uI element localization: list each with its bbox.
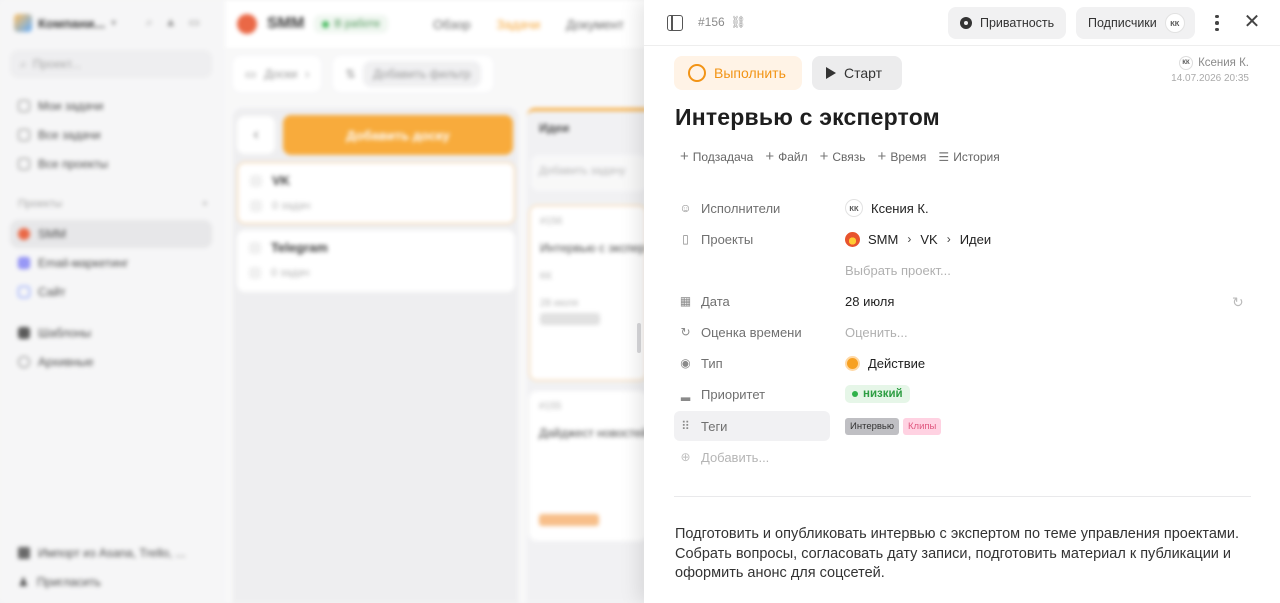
add-field-button[interactable]: ⊕ Добавить... <box>679 442 829 472</box>
fire-icon <box>845 231 860 247</box>
select-project-input[interactable]: Выбрать проект... <box>845 255 951 285</box>
plus-icon: + <box>819 148 829 165</box>
estimate-input[interactable]: Оценить... <box>845 317 908 347</box>
field-label-text: Исполнители <box>701 200 781 216</box>
repeat-icon[interactable]: ↻ <box>1232 294 1244 311</box>
project-path-board: VK <box>920 231 938 247</box>
add-time-button[interactable]: + Время <box>877 148 927 165</box>
field-label-tags[interactable]: ⠿ Теги <box>674 411 830 441</box>
avatar: КК <box>1164 13 1185 33</box>
privacy-label: Приватность <box>980 16 1055 30</box>
task-title[interactable]: Интервью с экспертом <box>675 104 940 131</box>
assignee-name: Ксения К. <box>871 200 929 216</box>
field-label-projects: ▯ Проекты <box>679 224 829 254</box>
chevron-right-icon: › <box>946 232 951 246</box>
action-label: Связь <box>832 150 866 164</box>
smile-icon: ☺ <box>679 201 692 215</box>
field-label-text: Теги <box>701 418 728 434</box>
action-label: Файл <box>778 150 808 164</box>
calendar-icon: ▦ <box>679 294 692 308</box>
priority-badge: низкий <box>845 385 910 403</box>
drag-handle-icon[interactable]: ⠿ <box>679 419 692 433</box>
avatar: КК <box>1179 56 1194 70</box>
tag-clips[interactable]: Клипы <box>903 417 942 435</box>
action-label: История <box>953 150 1000 164</box>
projects-icon: ▯ <box>682 232 689 246</box>
tag-interview[interactable]: Интервью <box>845 417 900 435</box>
created-date: 14.07.2026 20:35 <box>1171 73 1249 84</box>
field-label-text: Приоритет <box>701 386 766 402</box>
overlay-dim <box>0 0 644 603</box>
eye-icon <box>960 17 972 29</box>
plus-icon: + <box>765 148 775 165</box>
avatar: КК <box>845 199 863 217</box>
circle-icon <box>688 64 706 82</box>
task-creator: КК Ксения К. 14.07.2026 20:35 <box>1171 56 1249 84</box>
add-link-button[interactable]: + Связь <box>819 148 866 165</box>
project-path-project: SMM <box>868 231 899 247</box>
project-path[interactable]: SMM › VK › Идеи <box>845 224 991 254</box>
subscribers-button[interactable]: Подписчики КК <box>1076 7 1195 39</box>
tags-value[interactable]: Интервью Клипы <box>845 411 942 441</box>
creator-row: КК Ксения К. <box>1171 56 1249 70</box>
project-path-column: Идеи <box>959 231 992 247</box>
date-value[interactable]: 28 июля <box>845 286 894 316</box>
plus-icon: + <box>877 148 887 165</box>
start-label: Старт <box>844 65 883 81</box>
field-label-date: ▦ Дата <box>679 286 829 316</box>
type-value[interactable]: Действие <box>845 348 925 378</box>
toggle-icon: ◉ <box>680 356 691 370</box>
action-label: Подзадача <box>692 150 754 164</box>
assignee-value[interactable]: КК Ксения К. <box>845 193 929 223</box>
plus-icon: + <box>680 148 689 165</box>
task-number: #156 ⛓ <box>698 15 746 29</box>
field-label-estimate: ↻ Оценка времени <box>679 317 829 347</box>
list-icon: ☰ <box>938 150 950 164</box>
action-label: Время <box>890 150 927 164</box>
panel-resize-handle[interactable] <box>637 323 641 353</box>
field-label-priority: ▂ Приоритет <box>679 379 829 409</box>
task-actions: + Подзадача + Файл + Связь + Время ☰ История <box>680 148 1000 165</box>
sidebar-toggle-icon[interactable] <box>667 15 683 31</box>
priority-value[interactable]: низкий <box>845 379 910 409</box>
subscribers-label: Подписчики <box>1088 16 1157 30</box>
add-field-label: Добавить... <box>701 449 770 465</box>
action-type-icon <box>845 355 860 371</box>
plus-circle-icon: ⊕ <box>680 450 691 464</box>
priority-label: низкий <box>863 388 903 400</box>
field-label-text: Тип <box>701 355 723 371</box>
task-number-label: #156 <box>698 15 725 29</box>
complete-label: Выполнить <box>714 65 786 81</box>
history-button[interactable]: ☰ История <box>938 150 999 164</box>
start-button[interactable]: Старт <box>812 56 902 90</box>
privacy-button[interactable]: Приватность <box>948 7 1067 39</box>
more-icon[interactable] <box>1210 12 1224 34</box>
field-label-assignees: ☺ Исполнители <box>679 193 829 223</box>
divider <box>674 496 1251 497</box>
field-label-text: Оценка времени <box>701 324 802 340</box>
task-detail-panel: #156 ⛓ Приватность Подписчики КК ✕ Выпол… <box>644 0 1280 603</box>
field-label-text: Проекты <box>701 231 754 247</box>
task-description[interactable]: Подготовить и опубликовать интервью с эк… <box>675 525 1255 584</box>
add-subtask-button[interactable]: + Подзадача <box>680 148 754 165</box>
chevron-right-icon: › <box>907 232 912 246</box>
signal-icon: ▂ <box>680 387 691 401</box>
link-icon[interactable]: ⛓ <box>731 15 746 29</box>
field-label-type: ◉ Тип <box>679 348 829 378</box>
type-label: Действие <box>868 355 926 371</box>
priority-dot <box>852 391 858 397</box>
refresh-icon: ↻ <box>680 325 691 339</box>
play-icon <box>826 67 836 79</box>
complete-button[interactable]: Выполнить <box>674 56 802 90</box>
field-label-text: Дата <box>701 293 730 309</box>
close-icon[interactable]: ✕ <box>1242 12 1262 32</box>
task-panel-header: #156 ⛓ Приватность Подписчики КК ✕ <box>644 0 1280 46</box>
creator-name: Ксения К. <box>1198 57 1249 69</box>
add-file-button[interactable]: + Файл <box>765 148 808 165</box>
